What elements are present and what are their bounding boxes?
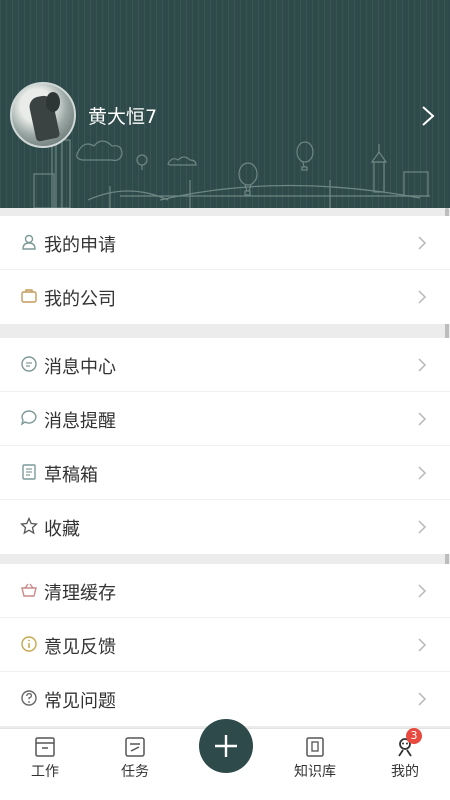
tab-tasks[interactable]: 任务 (90, 729, 180, 800)
menu-item-label: 我的申请 (44, 235, 116, 256)
menu-item-drafts[interactable]: 草稿箱 (0, 446, 450, 500)
chevron-right-icon (418, 520, 427, 534)
notification-badge: 3 (406, 728, 422, 744)
chevron-right-icon (418, 290, 427, 304)
tab-label: 工作 (31, 764, 59, 780)
menu-item-label: 收藏 (44, 519, 80, 540)
menu-item-label: 清理缓存 (44, 583, 116, 604)
tab-mine[interactable]: 我的 (360, 729, 450, 800)
message-center-icon (21, 356, 37, 372)
star-icon (20, 517, 38, 535)
chevron-right-icon (418, 638, 427, 652)
menu-item-my-company[interactable]: 我的公司 (0, 270, 450, 324)
chevron-right-icon (418, 358, 427, 372)
menu-item-faq[interactable]: 常见问题 (0, 672, 450, 726)
plus-icon (215, 735, 237, 757)
chevron-right-icon (418, 466, 427, 480)
menu-item-label: 我的公司 (44, 289, 116, 310)
menu-item-label: 意见反馈 (44, 637, 116, 658)
menu-item-my-applications[interactable]: 我的申请 (0, 216, 450, 270)
chevron-right-icon (418, 584, 427, 598)
basket-icon (21, 583, 37, 597)
chevron-right-icon (418, 236, 427, 250)
chevron-right-icon[interactable] (418, 104, 438, 128)
tab-knowledge-base[interactable]: 知识库 (270, 729, 360, 800)
menu-item-message-reminder[interactable]: 消息提醒 (0, 392, 450, 446)
user-icon (22, 234, 36, 250)
menu-item-label: 消息提醒 (44, 411, 116, 432)
menu-group-account: 我的申请 我的公司 (0, 216, 450, 324)
task-icon (125, 737, 145, 757)
avatar[interactable] (10, 82, 76, 148)
menu-group-support: 清理缓存 意见反馈 常见问题 (0, 564, 450, 726)
menu-item-favorites[interactable]: 收藏 (0, 500, 450, 554)
menu-group-messages: 消息中心 消息提醒 草稿箱 收藏 (0, 338, 450, 554)
inbox-icon (35, 737, 55, 757)
chevron-right-icon (418, 412, 427, 426)
question-icon (21, 690, 37, 706)
avatar-figure-head (46, 92, 60, 112)
briefcase-icon (21, 289, 37, 303)
tab-label: 我的 (391, 764, 419, 780)
menu-item-clear-cache[interactable]: 清理缓存 (0, 564, 450, 618)
menu-item-label: 消息中心 (44, 357, 116, 378)
tab-work[interactable]: 工作 (0, 729, 90, 800)
tab-label: 知识库 (294, 764, 336, 780)
username: 黄大恒7 (88, 106, 158, 128)
chevron-right-icon (418, 692, 427, 706)
menu-item-feedback[interactable]: 意见反馈 (0, 618, 450, 672)
add-button[interactable] (199, 719, 253, 773)
menu-item-label: 草稿箱 (44, 465, 98, 486)
knowledge-base-icon (306, 737, 324, 757)
menu-item-label: 常见问题 (44, 691, 116, 712)
menu-item-message-center[interactable]: 消息中心 (0, 338, 450, 392)
tab-label: 任务 (121, 764, 149, 780)
profile-header[interactable]: 黄大恒7 (0, 0, 450, 208)
chat-bubble-icon (20, 410, 37, 426)
info-icon (21, 636, 37, 652)
draft-icon (22, 464, 36, 480)
